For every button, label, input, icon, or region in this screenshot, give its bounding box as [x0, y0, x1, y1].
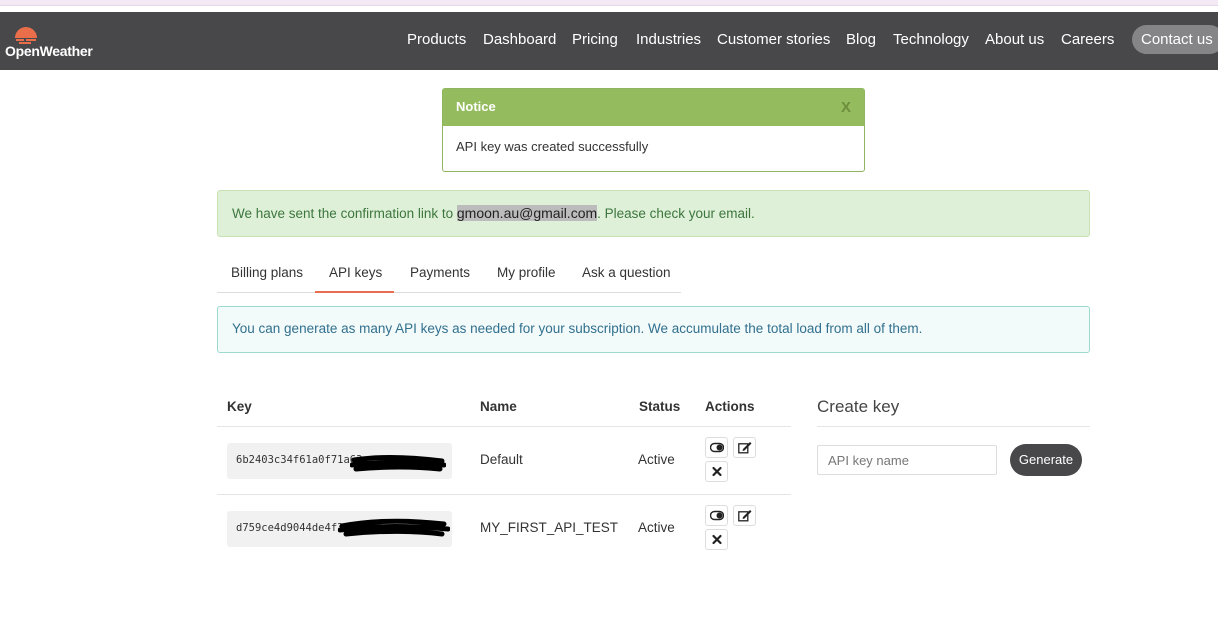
- nav-technology[interactable]: Technology: [893, 31, 969, 48]
- tab-ask-a-question[interactable]: Ask a question: [582, 265, 671, 280]
- nav-products[interactable]: Products: [407, 31, 466, 48]
- confirmation-email: gmoon.au@gmail.com: [456, 205, 598, 221]
- notice-message: API key was created successfully: [456, 139, 649, 154]
- toggle-icon: [710, 510, 724, 521]
- table-row-divider: [217, 494, 791, 495]
- nav-pricing[interactable]: Pricing: [572, 31, 618, 48]
- close-icon: [712, 534, 722, 545]
- api-key-status: Active: [638, 452, 675, 467]
- notice-close-button[interactable]: X: [841, 99, 851, 116]
- tab-my-profile[interactable]: My profile: [497, 265, 556, 280]
- generate-button[interactable]: Generate: [1010, 444, 1082, 476]
- delete-key-button[interactable]: [705, 461, 728, 482]
- header-name: Name: [480, 399, 517, 414]
- tab-billing-plans[interactable]: Billing plans: [231, 265, 303, 280]
- notice-panel: Notice X API key was created successfull…: [442, 88, 865, 172]
- api-key-text: d759ce4d9044de4f3: [236, 522, 344, 534]
- tab-api-keys[interactable]: API keys: [329, 265, 382, 280]
- delete-key-button[interactable]: [705, 529, 728, 550]
- nav-dashboard[interactable]: Dashboard: [483, 31, 556, 48]
- api-key-status: Active: [638, 520, 675, 535]
- redaction-scribble: [338, 518, 450, 537]
- api-key-name: MY_FIRST_API_TEST: [480, 520, 619, 535]
- active-tab-indicator: [315, 291, 394, 293]
- toggle-key-button[interactable]: [705, 437, 728, 458]
- redaction-scribble: [350, 454, 446, 472]
- nav-about-us[interactable]: About us: [985, 31, 1044, 48]
- confirmation-alert: We have sent the confirmation link to gm…: [217, 190, 1090, 237]
- edit-icon: [738, 510, 752, 522]
- edit-key-button[interactable]: [733, 437, 756, 458]
- nav-customer-stories[interactable]: Customer stories: [717, 31, 830, 48]
- account-tabs: Billing plans API keys Payments My profi…: [217, 254, 681, 293]
- notice-title: Notice: [456, 99, 496, 114]
- edit-key-button[interactable]: [733, 505, 756, 526]
- api-key-name-input[interactable]: [817, 445, 997, 475]
- table-header-divider: [217, 426, 791, 427]
- close-icon: [712, 466, 722, 477]
- api-key-text: 6b2403c34f61a0f71a63: [236, 454, 363, 466]
- toggle-icon: [710, 442, 724, 453]
- header-actions: Actions: [705, 399, 755, 414]
- nav-careers[interactable]: Careers: [1061, 31, 1114, 48]
- notice-header: Notice X: [443, 89, 864, 126]
- nav-blog[interactable]: Blog: [846, 31, 876, 48]
- api-key-name: Default: [480, 452, 523, 467]
- header-status: Status: [639, 399, 681, 414]
- confirmation-suffix: . Please check your email.: [597, 206, 755, 221]
- create-key-title: Create key: [817, 397, 900, 416]
- nav-links: Products Dashboard Pricing Industries Custom…: [0, 12, 1218, 70]
- edit-icon: [738, 442, 752, 454]
- browser-top-strip: [0, 0, 1218, 6]
- header-key: Key: [227, 399, 252, 414]
- confirmation-prefix: We have sent the confirmation link to: [232, 206, 457, 221]
- toggle-key-button[interactable]: [705, 505, 728, 526]
- contact-us-button[interactable]: Contact us: [1132, 25, 1218, 54]
- navbar: OpenWeather Products Dashboard Pricing Indu…: [0, 12, 1218, 70]
- tab-payments[interactable]: Payments: [410, 265, 470, 280]
- info-alert: You can generate as many API keys as nee…: [217, 306, 1090, 353]
- nav-industries[interactable]: Industries: [636, 31, 701, 48]
- create-key-divider: [817, 426, 1090, 427]
